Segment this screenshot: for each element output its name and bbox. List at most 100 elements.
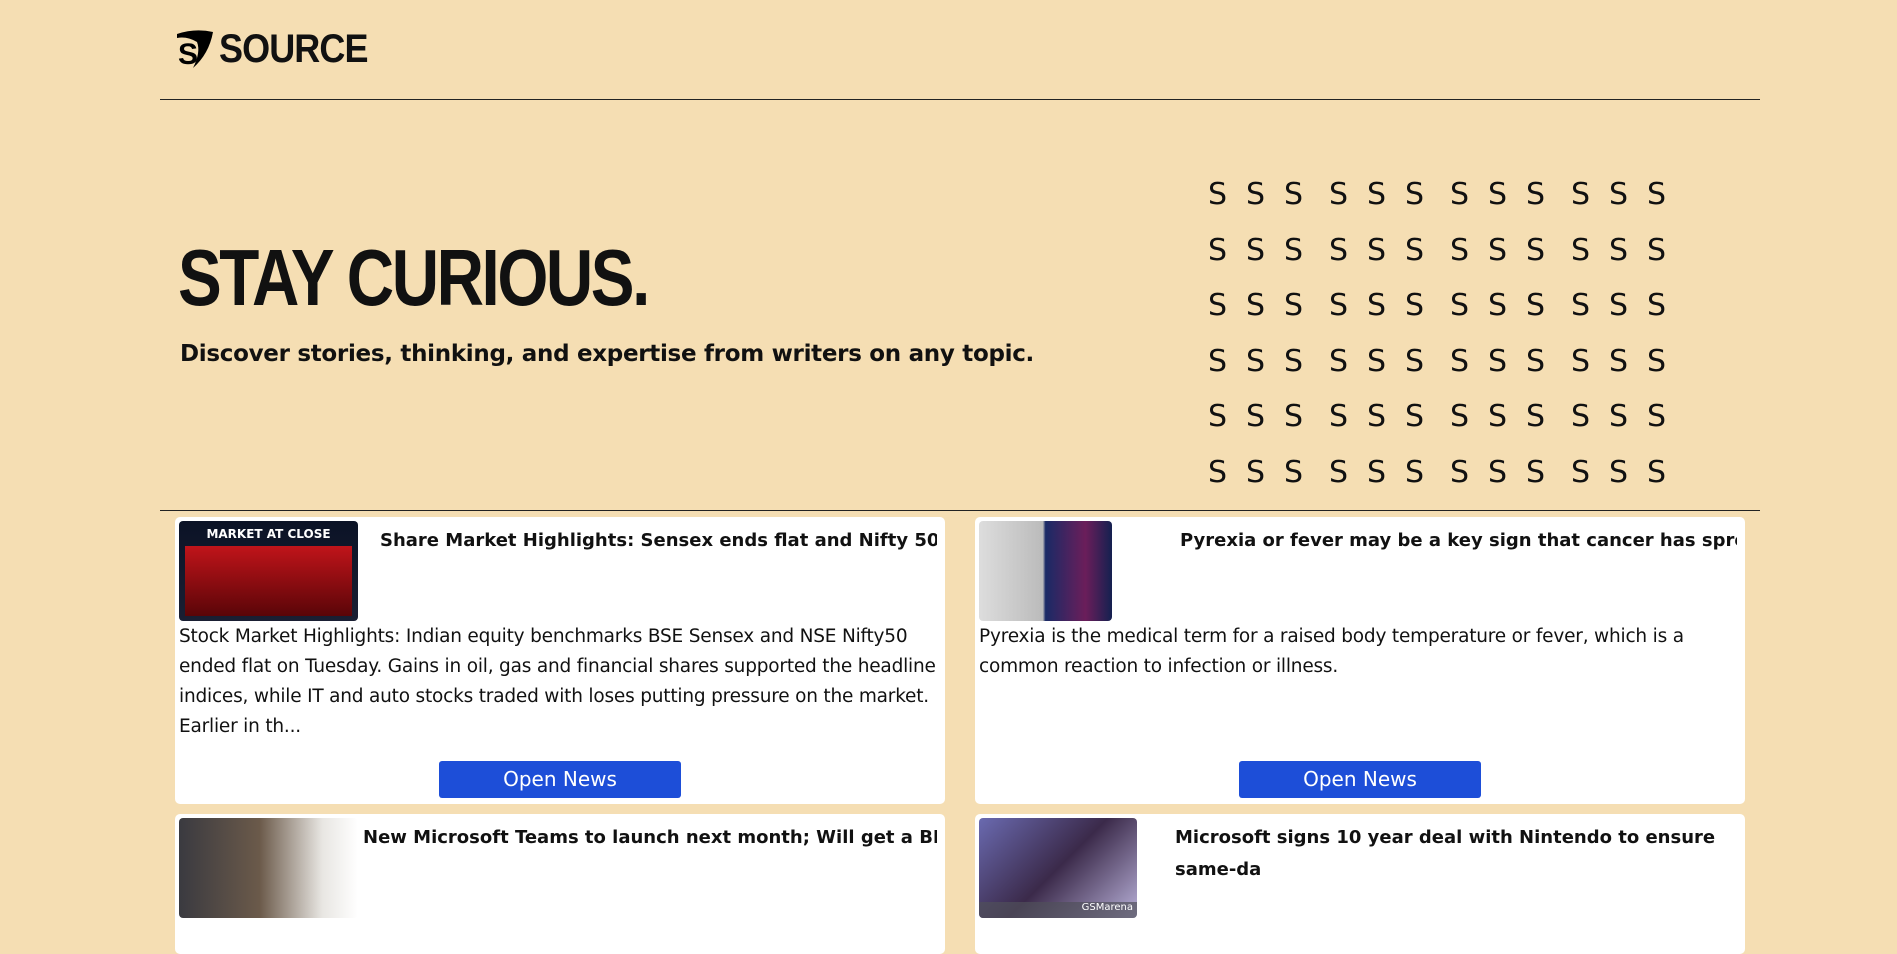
pattern-letter: S (1488, 399, 1508, 434)
pattern-letter: S (1284, 232, 1304, 268)
pattern-letter: S (1329, 177, 1349, 212)
news-thumbnail (979, 521, 1112, 621)
news-card: New Microsoft Teams to launch next month… (175, 814, 945, 954)
thumbnail-caption: MARKET AT CLOSE (206, 527, 331, 541)
pattern-letter: S (1367, 288, 1387, 323)
pattern-letter: S (1526, 232, 1546, 268)
svg-text:S: S (178, 38, 198, 70)
pattern-letter: S (1526, 288, 1546, 323)
thumbnail-caption: GSMarena (979, 902, 1137, 918)
pattern-letter: S (1488, 232, 1508, 268)
pattern-letter: S (1647, 288, 1667, 323)
news-thumbnail: GSMarena (979, 818, 1137, 918)
pattern-letter: S (1246, 454, 1266, 490)
pattern-letter: S (1208, 399, 1228, 434)
pattern-letter: S (1571, 177, 1591, 212)
pattern-letter: S (1450, 343, 1470, 379)
pattern-row: SSSSSSSSSSSS (1208, 342, 1692, 398)
pattern-letter: S (1367, 177, 1387, 212)
pattern-letter: S (1488, 454, 1508, 490)
pattern-letter: S (1526, 177, 1546, 212)
pattern-letter: S (1246, 177, 1266, 212)
pattern-row: SSSSSSSSSSSS (1208, 231, 1692, 287)
pattern-letter: S (1208, 454, 1228, 490)
pattern-letter: S (1246, 232, 1266, 268)
brand-name: SOURCE (219, 27, 369, 71)
news-card: MARKET AT CLOSE Share Market Highlights:… (175, 517, 945, 804)
news-description: Pyrexia is the medical term for a raised… (979, 626, 1684, 677)
pattern-letter: S (1609, 288, 1629, 323)
pattern-letter: S (1450, 454, 1470, 490)
pattern-letter: S (1647, 454, 1667, 490)
brand-logo[interactable]: S SOURCE (175, 28, 384, 70)
s-letter-pattern: SSSSSSSSSSSSSSSSSSSSSSSSSSSSSSSSSSSSSSSS… (1208, 175, 1692, 508)
pattern-letter: S (1208, 232, 1228, 268)
pattern-letter: S (1526, 454, 1546, 490)
pattern-letter: S (1450, 288, 1470, 323)
pattern-letter: S (1647, 232, 1667, 268)
pattern-letter: S (1571, 288, 1591, 323)
pattern-letter: S (1450, 232, 1470, 268)
pattern-letter: S (1246, 399, 1266, 434)
news-thumbnail: MARKET AT CLOSE (179, 521, 358, 621)
pattern-letter: S (1284, 343, 1304, 379)
pattern-letter: S (1367, 343, 1387, 379)
pattern-letter: S (1284, 177, 1304, 212)
pattern-letter: S (1405, 399, 1425, 434)
pattern-letter: S (1246, 343, 1266, 379)
news-title[interactable]: Share Market Highlights: Sensex ends fla… (380, 525, 937, 557)
pattern-letter: S (1571, 454, 1591, 490)
pattern-letter: S (1284, 454, 1304, 490)
news-card: GSMarena Microsoft signs 10 year deal wi… (975, 814, 1745, 954)
pattern-letter: S (1208, 343, 1228, 379)
pattern-letter: S (1405, 288, 1425, 323)
pattern-letter: S (1284, 288, 1304, 323)
pattern-letter: S (1609, 399, 1629, 434)
logo-s-shield-icon: S (177, 30, 213, 70)
news-thumbnail (179, 818, 358, 918)
pattern-letter: S (1329, 343, 1349, 379)
pattern-letter: S (1367, 454, 1387, 490)
news-title[interactable]: New Microsoft Teams to launch next month… (363, 822, 937, 854)
hero-subtitle: Discover stories, thinking, and expertis… (180, 341, 1034, 367)
pattern-letter: S (1609, 454, 1629, 490)
open-news-button[interactable]: Open News (439, 761, 681, 798)
pattern-letter: S (1246, 288, 1266, 323)
news-description: Stock Market Highlights: Indian equity b… (179, 626, 936, 737)
pattern-letter: S (1609, 343, 1629, 379)
pattern-letter: S (1488, 288, 1508, 323)
pattern-letter: S (1405, 454, 1425, 490)
pattern-letter: S (1450, 177, 1470, 212)
pattern-letter: S (1450, 399, 1470, 434)
pattern-letter: S (1405, 177, 1425, 212)
header-divider (160, 99, 1760, 100)
pattern-letter: S (1571, 399, 1591, 434)
pattern-letter: S (1488, 177, 1508, 212)
pattern-letter: S (1488, 343, 1508, 379)
pattern-row: SSSSSSSSSSSS (1208, 397, 1692, 453)
pattern-row: SSSSSSSSSSSS (1208, 286, 1692, 342)
pattern-letter: S (1329, 232, 1349, 268)
hero-title: STAY CURIOUS. (178, 233, 650, 322)
pattern-letter: S (1526, 343, 1546, 379)
pattern-letter: S (1647, 399, 1667, 434)
pattern-letter: S (1609, 232, 1629, 268)
market-table-graphic (185, 546, 352, 616)
pattern-letter: S (1367, 232, 1387, 268)
open-news-button[interactable]: Open News (1239, 761, 1481, 798)
news-title[interactable]: Pyrexia or fever may be a key sign that … (1180, 525, 1737, 557)
pattern-letter: S (1647, 177, 1667, 212)
news-title[interactable]: Microsoft signs 10 year deal with Ninten… (1175, 822, 1737, 886)
pattern-letter: S (1571, 232, 1591, 268)
pattern-letter: S (1329, 399, 1349, 434)
pattern-letter: S (1647, 343, 1667, 379)
pattern-letter: S (1609, 177, 1629, 212)
pattern-row: SSSSSSSSSSSS (1208, 453, 1692, 509)
pattern-letter: S (1329, 288, 1349, 323)
pattern-letter: S (1284, 399, 1304, 434)
pattern-letter: S (1208, 288, 1228, 323)
pattern-letter: S (1367, 399, 1387, 434)
pattern-letter: S (1405, 232, 1425, 268)
pattern-letter: S (1526, 399, 1546, 434)
pattern-letter: S (1329, 454, 1349, 490)
